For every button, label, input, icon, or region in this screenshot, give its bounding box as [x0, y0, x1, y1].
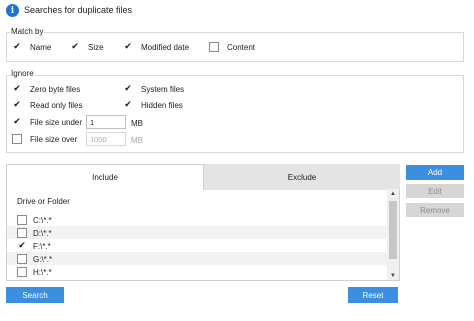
remove-button[interactable]: Remove	[406, 203, 464, 217]
checkbox-check-icon: ✔	[123, 99, 133, 110]
list-column-header: Drive or Folder	[17, 197, 70, 206]
scroll-up-arrow-icon[interactable]: ▲	[387, 189, 399, 199]
checkbox-check-icon: ✔	[12, 41, 22, 52]
list-item-label: H:\*.*	[33, 267, 52, 277]
list-item-checkbox[interactable]: ✔ F:\*.*	[17, 240, 51, 252]
search-button[interactable]: Search	[6, 287, 64, 303]
ignore-read-only-checkbox[interactable]: ✔ Read only files	[12, 99, 82, 111]
checkbox-check-icon: ✔	[123, 83, 133, 94]
window-title: Searches for duplicate files	[24, 5, 133, 15]
list-item[interactable]: G:\*.*	[7, 252, 389, 265]
match-by-label: Match by	[10, 27, 45, 36]
list-item[interactable]: D:\*.*	[7, 226, 389, 239]
checkbox-check-icon: ✔	[12, 83, 22, 94]
checkbox-empty	[17, 267, 27, 277]
list-item-checkbox[interactable]: D:\*.*	[17, 227, 52, 239]
ignore-zero-byte-checkbox[interactable]: ✔ Zero byte files	[12, 83, 80, 95]
ignore-system-checkbox[interactable]: ✔ System files	[123, 83, 184, 95]
match-modified-date-label: Modified date	[141, 42, 190, 52]
ignore-zero-byte-label: Zero byte files	[30, 84, 81, 94]
tab-include[interactable]: Include	[6, 164, 204, 190]
match-content-label: Content	[227, 42, 256, 52]
ignore-hidden-checkbox[interactable]: ✔ Hidden files	[123, 99, 183, 111]
ignore-size-over-label: File size over	[30, 134, 78, 144]
checkbox-check-icon: ✔	[123, 41, 133, 52]
checkbox-check-icon: ✔	[17, 240, 27, 251]
folder-list: Drive or Folder C:\*.* D:\*.* ✔ F:\*.* G…	[6, 189, 400, 281]
list-item-checkbox[interactable]: G:\*.*	[17, 253, 52, 265]
list-item-label: F:\*.*	[33, 241, 51, 251]
match-name-checkbox[interactable]: ✔ Name	[12, 41, 51, 53]
list-item[interactable]: C:\*.*	[7, 213, 389, 226]
match-size-label: Size	[88, 42, 104, 52]
checkbox-empty	[17, 215, 27, 225]
list-item[interactable]: H:\*.*	[7, 265, 389, 278]
checkbox-check-icon: ✔	[12, 99, 22, 110]
checkbox-check-icon: ✔	[70, 41, 80, 52]
list-item-label: C:\*.*	[33, 215, 52, 225]
match-content-checkbox[interactable]: Content	[209, 41, 255, 53]
ignore-size-under-label: File size under	[30, 117, 83, 127]
size-over-unit: MB	[131, 136, 143, 145]
match-name-label: Name	[30, 42, 52, 52]
match-modified-date-checkbox[interactable]: ✔ Modified date	[123, 41, 189, 53]
list-item-checkbox[interactable]: C:\*.*	[17, 214, 52, 226]
checkbox-empty	[17, 254, 27, 264]
checkbox-empty	[17, 228, 27, 238]
add-button[interactable]: Add	[406, 165, 464, 180]
match-size-checkbox[interactable]: ✔ Size	[70, 41, 104, 53]
scroll-down-arrow-icon[interactable]: ▼	[387, 271, 399, 280]
checkbox-empty	[209, 42, 219, 52]
ignore-read-only-label: Read only files	[30, 100, 83, 110]
size-over-input[interactable]: 1000	[86, 132, 126, 146]
ignore-system-label: System files	[141, 84, 185, 94]
scrollbar-thumb[interactable]	[389, 201, 397, 259]
checkbox-empty	[12, 134, 22, 144]
list-item-checkbox[interactable]: H:\*.*	[17, 266, 52, 278]
info-icon: i	[6, 4, 19, 17]
list-item[interactable]: ✔ F:\*.*	[7, 239, 389, 252]
ignore-size-under-checkbox[interactable]: ✔ File size under	[12, 116, 82, 128]
ignore-label: Ignore	[10, 69, 35, 78]
size-under-input[interactable]: 1	[86, 115, 126, 129]
list-item-label: G:\*.*	[33, 254, 53, 264]
list-item-label: D:\*.*	[33, 228, 52, 238]
list-scrollbar[interactable]: ▲ ▼	[387, 189, 399, 280]
size-under-unit: MB	[131, 119, 143, 128]
reset-button[interactable]: Reset	[348, 287, 398, 303]
include-exclude-tabs: Include Exclude	[6, 164, 400, 190]
ignore-hidden-label: Hidden files	[141, 100, 183, 110]
checkbox-check-icon: ✔	[12, 116, 22, 127]
tab-exclude[interactable]: Exclude	[204, 164, 400, 190]
edit-button[interactable]: Edit	[406, 184, 464, 198]
ignore-size-over-checkbox[interactable]: File size over	[12, 133, 77, 145]
title-bar: i Searches for duplicate files	[0, 0, 474, 22]
